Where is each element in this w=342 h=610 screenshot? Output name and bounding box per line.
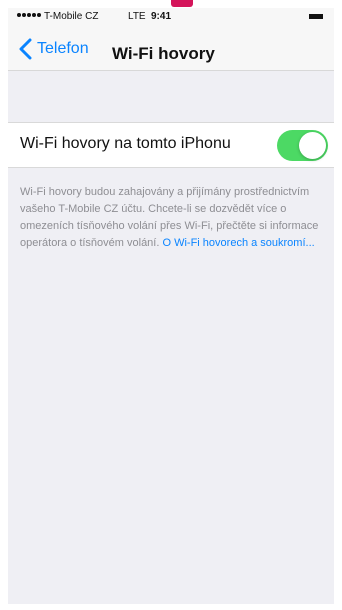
top-accent-bar [171,0,193,7]
wifi-calling-row: Wi-Fi hovory na tomto iPhonu [8,122,334,168]
carrier-name: T-Mobile CZ [44,11,99,22]
signal-dot [32,13,36,17]
signal-dot [22,13,26,17]
back-label: Telefon [37,40,89,57]
battery-icon [309,14,323,19]
signal-dot [17,13,21,17]
settings-content: Wi-Fi hovory na tomto iPhonu Wi-Fi hovor… [8,70,334,604]
toggle-knob [299,132,326,159]
signal-dots-icon [17,13,41,17]
phone-screen: T-Mobile CZ LTE 9:41 Telefon Wi-Fi hovor… [8,8,334,604]
page-title: Wi-Fi hovory [112,44,215,63]
wifi-privacy-link[interactable]: O Wi-Fi hovorech a soukromí... [162,237,314,249]
status-bar: T-Mobile CZ LTE 9:41 [8,8,334,26]
wifi-calling-toggle[interactable] [277,130,328,161]
back-button[interactable]: Telefon [18,37,89,61]
wifi-calling-description: Wi-Fi hovory budou zahajovány a přijímán… [20,184,334,252]
navigation-bar: Telefon Wi-Fi hovory [8,26,334,71]
wifi-calling-label: Wi-Fi hovory na tomto iPhonu [20,135,231,152]
chevron-left-icon [19,38,32,60]
signal-dot [37,13,41,17]
network-type: LTE [128,11,146,22]
signal-dot [27,13,31,17]
status-time: 9:41 [151,11,172,22]
